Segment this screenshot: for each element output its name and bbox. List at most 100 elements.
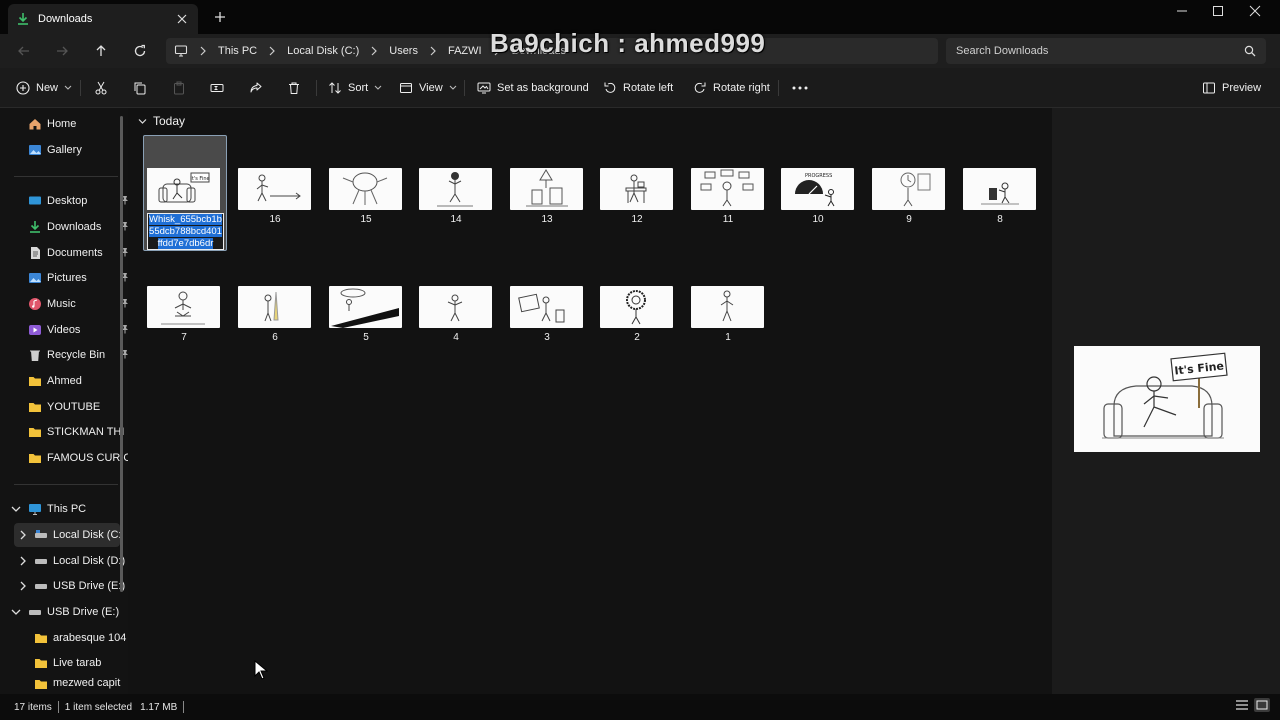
sidebar-item-usb-drive-e[interactable]: USB Drive (E:) xyxy=(28,600,136,624)
sidebar-scrollbar[interactable] xyxy=(120,116,123,592)
new-tab-icon[interactable] xyxy=(212,9,228,25)
usb-drive-icon xyxy=(28,605,42,619)
sidebar-divider xyxy=(14,176,118,177)
maximize-icon[interactable] xyxy=(1206,4,1230,18)
sidebar-item-local-disk-c[interactable]: Local Disk (C:) xyxy=(14,523,120,547)
file-name: 7 xyxy=(181,332,187,343)
file-tile[interactable]: 9 xyxy=(869,168,953,232)
sidebar-item-label: mezwed capit xyxy=(53,677,121,689)
minimize-icon[interactable] xyxy=(1170,4,1194,18)
group-header-today[interactable]: Today xyxy=(138,114,185,128)
refresh-icon[interactable] xyxy=(130,41,150,61)
file-tile[interactable]: 15 xyxy=(326,168,410,232)
share-button[interactable] xyxy=(249,78,263,98)
file-tile[interactable]: PROGRESS 10 xyxy=(778,168,862,232)
chevron-right-icon xyxy=(367,44,381,58)
status-bar: 17 items 1 item selected 1.17 MB xyxy=(0,694,1280,720)
copy-icon xyxy=(133,81,147,95)
rename-button[interactable] xyxy=(210,78,224,98)
set-as-background-button[interactable]: Set as background xyxy=(477,78,589,98)
tab-downloads[interactable]: Downloads xyxy=(8,4,198,34)
close-tab-icon[interactable] xyxy=(174,11,190,27)
toolbar-divider xyxy=(316,80,317,96)
image-thumbnail xyxy=(691,286,764,328)
sidebar-item-usb-drive-e-sub[interactable]: USB Drive (E:) xyxy=(34,574,142,598)
home-icon xyxy=(28,117,42,131)
copy-button[interactable] xyxy=(133,78,147,98)
file-tile[interactable]: 8 xyxy=(960,168,1044,232)
documents-icon xyxy=(28,246,42,260)
file-tile-selected[interactable]: It's Fine Whisk_655bcb1b55dcb788bcd401ff… xyxy=(143,135,227,251)
file-name: 16 xyxy=(269,214,281,225)
back-arrow-icon[interactable] xyxy=(14,41,34,61)
file-tile[interactable]: 13 xyxy=(507,168,591,232)
folder-icon xyxy=(34,677,48,691)
preview-pane-button[interactable]: Preview xyxy=(1202,78,1261,98)
close-window-icon[interactable] xyxy=(1243,4,1267,18)
search-placeholder: Search Downloads xyxy=(956,45,1049,57)
view-button[interactable]: View xyxy=(399,78,457,98)
image-thumbnail xyxy=(691,168,764,210)
clipboard-icon xyxy=(172,81,186,95)
trash-icon xyxy=(287,81,301,95)
more-options-button[interactable] xyxy=(792,78,808,98)
desktop-icon xyxy=(28,194,42,208)
file-tile[interactable]: 4 xyxy=(416,286,500,350)
sidebar-item-label: Recycle Bin xyxy=(47,349,106,361)
sidebar-item-mezwed[interactable]: mezwed capit xyxy=(34,677,142,693)
breadcrumb-fazwi[interactable]: FAZWI xyxy=(448,45,482,57)
new-label: New xyxy=(36,82,59,94)
image-thumbnail: PROGRESS xyxy=(781,168,854,210)
rotate-left-button[interactable]: Rotate left xyxy=(603,78,673,98)
chevron-right-icon[interactable] xyxy=(17,529,29,541)
recycle-bin-icon xyxy=(28,348,42,362)
chevron-down-icon xyxy=(64,85,72,91)
file-tile[interactable]: 1 xyxy=(688,286,772,350)
mouse-cursor-icon xyxy=(254,659,269,683)
chevron-right-icon[interactable] xyxy=(17,580,29,592)
file-tile[interactable]: 6 xyxy=(235,286,319,350)
paste-button[interactable] xyxy=(172,78,186,98)
file-name: 8 xyxy=(997,214,1003,225)
sidebar-item-label: Live tarab xyxy=(53,657,102,669)
delete-button[interactable] xyxy=(287,78,301,98)
svg-text:It's Fine: It's Fine xyxy=(190,176,209,182)
sidebar-item-local-disk-d[interactable]: Local Disk (D:) xyxy=(34,549,142,573)
sort-button[interactable]: Sort xyxy=(328,78,382,98)
chevron-down-icon[interactable] xyxy=(10,503,22,515)
rename-icon xyxy=(210,81,224,95)
file-name: 1 xyxy=(725,332,731,343)
details-view-icon[interactable] xyxy=(1234,698,1250,712)
folder-icon xyxy=(28,374,42,388)
file-tile[interactable]: 11 xyxy=(688,168,772,232)
file-tile[interactable]: 14 xyxy=(416,168,500,232)
up-arrow-icon[interactable] xyxy=(91,41,111,61)
sidebar-item-live-tarab[interactable]: Live tarab xyxy=(34,651,142,675)
breadcrumb-users[interactable]: Users xyxy=(389,45,418,57)
scissors-icon xyxy=(94,81,108,95)
chevron-down-icon[interactable] xyxy=(10,606,22,618)
cut-button[interactable] xyxy=(94,78,108,98)
breadcrumb-this-pc[interactable]: This PC xyxy=(218,45,257,57)
file-name: 3 xyxy=(544,332,550,343)
search-icon xyxy=(1244,45,1256,57)
file-tile[interactable]: 16 xyxy=(235,168,319,232)
search-input[interactable]: Search Downloads xyxy=(946,38,1266,64)
file-tile[interactable]: 12 xyxy=(597,168,681,232)
file-tile[interactable]: 2 xyxy=(597,286,681,350)
large-icons-view-icon[interactable] xyxy=(1254,698,1270,712)
file-name: 10 xyxy=(812,214,824,225)
breadcrumb-local-disk-c[interactable]: Local Disk (C:) xyxy=(287,45,359,57)
file-name: 12 xyxy=(631,214,643,225)
chevron-right-icon[interactable] xyxy=(17,555,29,567)
sidebar-item-arabesque[interactable]: arabesque 104 xyxy=(34,626,142,650)
new-button[interactable]: New xyxy=(16,78,72,98)
file-tile[interactable]: 7 xyxy=(144,286,228,350)
rename-field[interactable]: Whisk_655bcb1b55dcb788bcd401ffdd7e7db6dr xyxy=(147,213,224,250)
file-tile[interactable]: 5 xyxy=(326,286,410,350)
forward-arrow-icon[interactable] xyxy=(52,41,72,61)
file-tile[interactable]: 3 xyxy=(507,286,591,350)
image-thumbnail xyxy=(963,168,1036,210)
rotate-right-button[interactable]: Rotate right xyxy=(693,78,770,98)
chevron-right-icon xyxy=(265,44,279,58)
